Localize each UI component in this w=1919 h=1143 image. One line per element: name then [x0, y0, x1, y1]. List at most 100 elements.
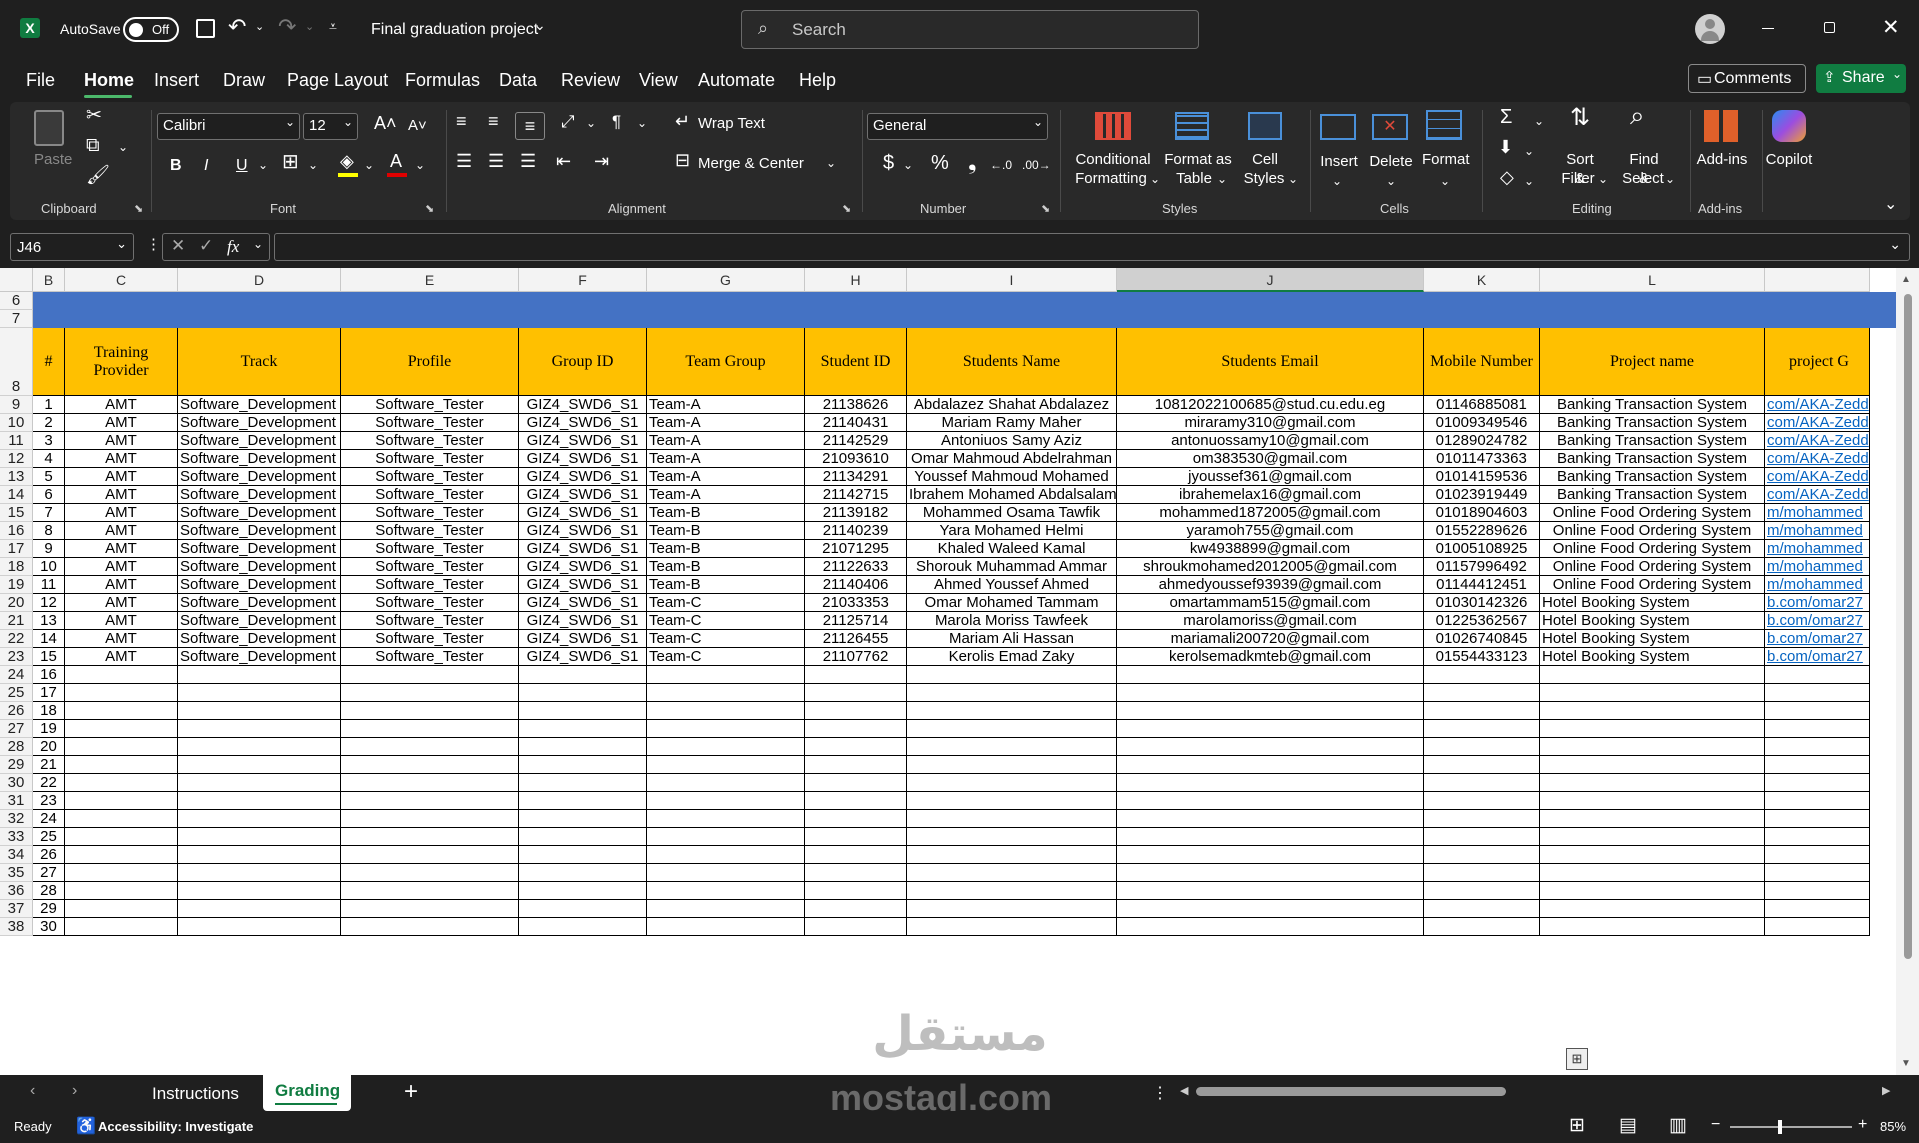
empty-cell[interactable]	[519, 666, 647, 684]
table-cell[interactable]: Online Food Ordering System	[1540, 576, 1765, 594]
empty-cell[interactable]	[805, 864, 907, 882]
table-cell[interactable]: Team-A	[647, 396, 805, 414]
empty-cell[interactable]	[1424, 918, 1540, 936]
insert-cells-icon[interactable]	[1320, 114, 1356, 140]
table-cell[interactable]: 21071295	[805, 540, 907, 558]
table-cell[interactable]: 21093610	[805, 450, 907, 468]
table-cell[interactable]: Team-C	[647, 594, 805, 612]
more-icon[interactable]: ⋮	[146, 235, 161, 253]
empty-cell[interactable]	[647, 918, 805, 936]
column-header[interactable]: E	[341, 268, 519, 292]
table-cell[interactable]: 9	[33, 540, 65, 558]
alignment-launcher-icon[interactable]: ⬊	[842, 202, 851, 215]
format-dropdown-icon[interactable]: ⌄	[1440, 172, 1450, 191]
vertical-scrollbar[interactable]: ▲ ▼	[1896, 268, 1919, 1075]
table-cell[interactable]: 7	[33, 504, 65, 522]
empty-cell[interactable]	[65, 882, 178, 900]
scroll-down-icon[interactable]: ▼	[1901, 1058, 1911, 1069]
empty-cell[interactable]	[1540, 720, 1765, 738]
link-cell[interactable]: com/AKA-Zedd	[1765, 414, 1870, 432]
table-cell[interactable]: 21107762	[805, 648, 907, 666]
empty-cell[interactable]	[519, 702, 647, 720]
table-cell[interactable]: 24	[33, 810, 65, 828]
table-cell[interactable]: GIZ4_SWD6_S1	[519, 414, 647, 432]
empty-cell[interactable]	[1424, 684, 1540, 702]
empty-cell[interactable]	[1424, 882, 1540, 900]
table-cell[interactable]: Hotel Booking System	[1540, 648, 1765, 666]
empty-cell[interactable]	[1540, 666, 1765, 684]
scroll-up-icon[interactable]: ▲	[1901, 274, 1911, 285]
empty-cell[interactable]	[1424, 900, 1540, 918]
font-launcher-icon[interactable]: ⬊	[425, 202, 434, 215]
empty-cell[interactable]	[341, 918, 519, 936]
percent-icon[interactable]: %	[931, 153, 949, 173]
table-cell[interactable]: Banking Transaction System	[1540, 468, 1765, 486]
number-format-select[interactable]: General ⌄	[867, 113, 1048, 140]
menu-automate[interactable]: Automate	[698, 70, 775, 91]
empty-cell[interactable]	[519, 810, 647, 828]
page-layout-view-icon[interactable]: ▤	[1619, 1114, 1637, 1137]
empty-cell[interactable]	[647, 774, 805, 792]
insert-cells-button[interactable]: Insert	[1320, 152, 1358, 171]
empty-cell[interactable]	[1540, 900, 1765, 918]
table-cell[interactable]: GIZ4_SWD6_S1	[519, 504, 647, 522]
orientation-icon[interactable]: ⤢	[561, 112, 575, 131]
empty-cell[interactable]	[341, 900, 519, 918]
empty-cell[interactable]	[1540, 828, 1765, 846]
accessibility-status[interactable]: Accessibility: Investigate	[98, 1119, 253, 1134]
empty-cell[interactable]	[65, 900, 178, 918]
table-cell[interactable]: 27	[33, 864, 65, 882]
empty-cell[interactable]	[647, 684, 805, 702]
zoom-level[interactable]: 85%	[1880, 1119, 1906, 1134]
empty-cell[interactable]	[1424, 738, 1540, 756]
font-name-select[interactable]: Calibri ⌄	[157, 113, 300, 140]
link-cell[interactable]: b.com/omar27	[1765, 594, 1870, 612]
empty-cell[interactable]	[178, 864, 341, 882]
table-cell[interactable]: 01023919449	[1424, 486, 1540, 504]
table-cell[interactable]: AMT	[65, 648, 178, 666]
table-cell[interactable]: AMT	[65, 522, 178, 540]
header-cell[interactable]: Student ID	[805, 328, 907, 396]
empty-cell[interactable]	[805, 702, 907, 720]
zoom-in-icon[interactable]: +	[1858, 1116, 1867, 1134]
table-cell[interactable]: Software_Tester	[341, 450, 519, 468]
empty-cell[interactable]	[1117, 900, 1424, 918]
table-cell[interactable]: GIZ4_SWD6_S1	[519, 594, 647, 612]
table-cell[interactable]: 01014159536	[1424, 468, 1540, 486]
link-cell[interactable]: m/mohammed	[1765, 522, 1870, 540]
insert-function-icon[interactable]: fx	[227, 237, 239, 257]
empty-cell[interactable]	[805, 684, 907, 702]
empty-cell[interactable]	[341, 774, 519, 792]
table-cell[interactable]: 21	[33, 756, 65, 774]
table-cell[interactable]: GIZ4_SWD6_S1	[519, 558, 647, 576]
table-cell[interactable]: Software_Development	[178, 468, 341, 486]
empty-cell[interactable]	[178, 900, 341, 918]
row-header[interactable]: 17	[0, 540, 33, 558]
menu-home[interactable]: Home	[84, 70, 134, 91]
table-cell[interactable]: 4	[33, 450, 65, 468]
scroll-right-icon[interactable]: ▶	[1882, 1084, 1890, 1097]
merge-icon[interactable]: ⊟	[675, 151, 690, 170]
h-scroll-thumb[interactable]	[1196, 1087, 1506, 1096]
search-box[interactable]: ⌕ Search	[741, 10, 1199, 49]
table-cell[interactable]: AMT	[65, 414, 178, 432]
row-header[interactable]: 16	[0, 522, 33, 540]
redo-dropdown-icon[interactable]: ⌄	[305, 20, 314, 33]
conditional-dropdown-icon[interactable]: ⌄	[1150, 170, 1160, 189]
link-cell[interactable]: com/AKA-Zedd	[1765, 432, 1870, 450]
link-cell[interactable]: com/AKA-Zedd	[1765, 450, 1870, 468]
save-icon[interactable]	[196, 19, 215, 38]
empty-cell[interactable]	[647, 864, 805, 882]
empty-cell[interactable]	[178, 882, 341, 900]
table-cell[interactable]: Kerolis Emad Zaky	[907, 648, 1117, 666]
format-as-table-line2[interactable]: Table	[1164, 169, 1224, 188]
empty-cell[interactable]	[1424, 792, 1540, 810]
borders-dropdown-icon[interactable]: ⌄	[308, 156, 318, 175]
cell-styles-dropdown-icon[interactable]: ⌄	[1288, 170, 1298, 189]
empty-cell[interactable]	[647, 792, 805, 810]
empty-cell[interactable]	[907, 738, 1117, 756]
format-as-table-line1[interactable]: Format as	[1163, 150, 1233, 169]
table-cell[interactable]: Hotel Booking System	[1540, 612, 1765, 630]
expand-formula-icon[interactable]: ⌄	[1889, 236, 1901, 253]
empty-cell[interactable]	[805, 756, 907, 774]
